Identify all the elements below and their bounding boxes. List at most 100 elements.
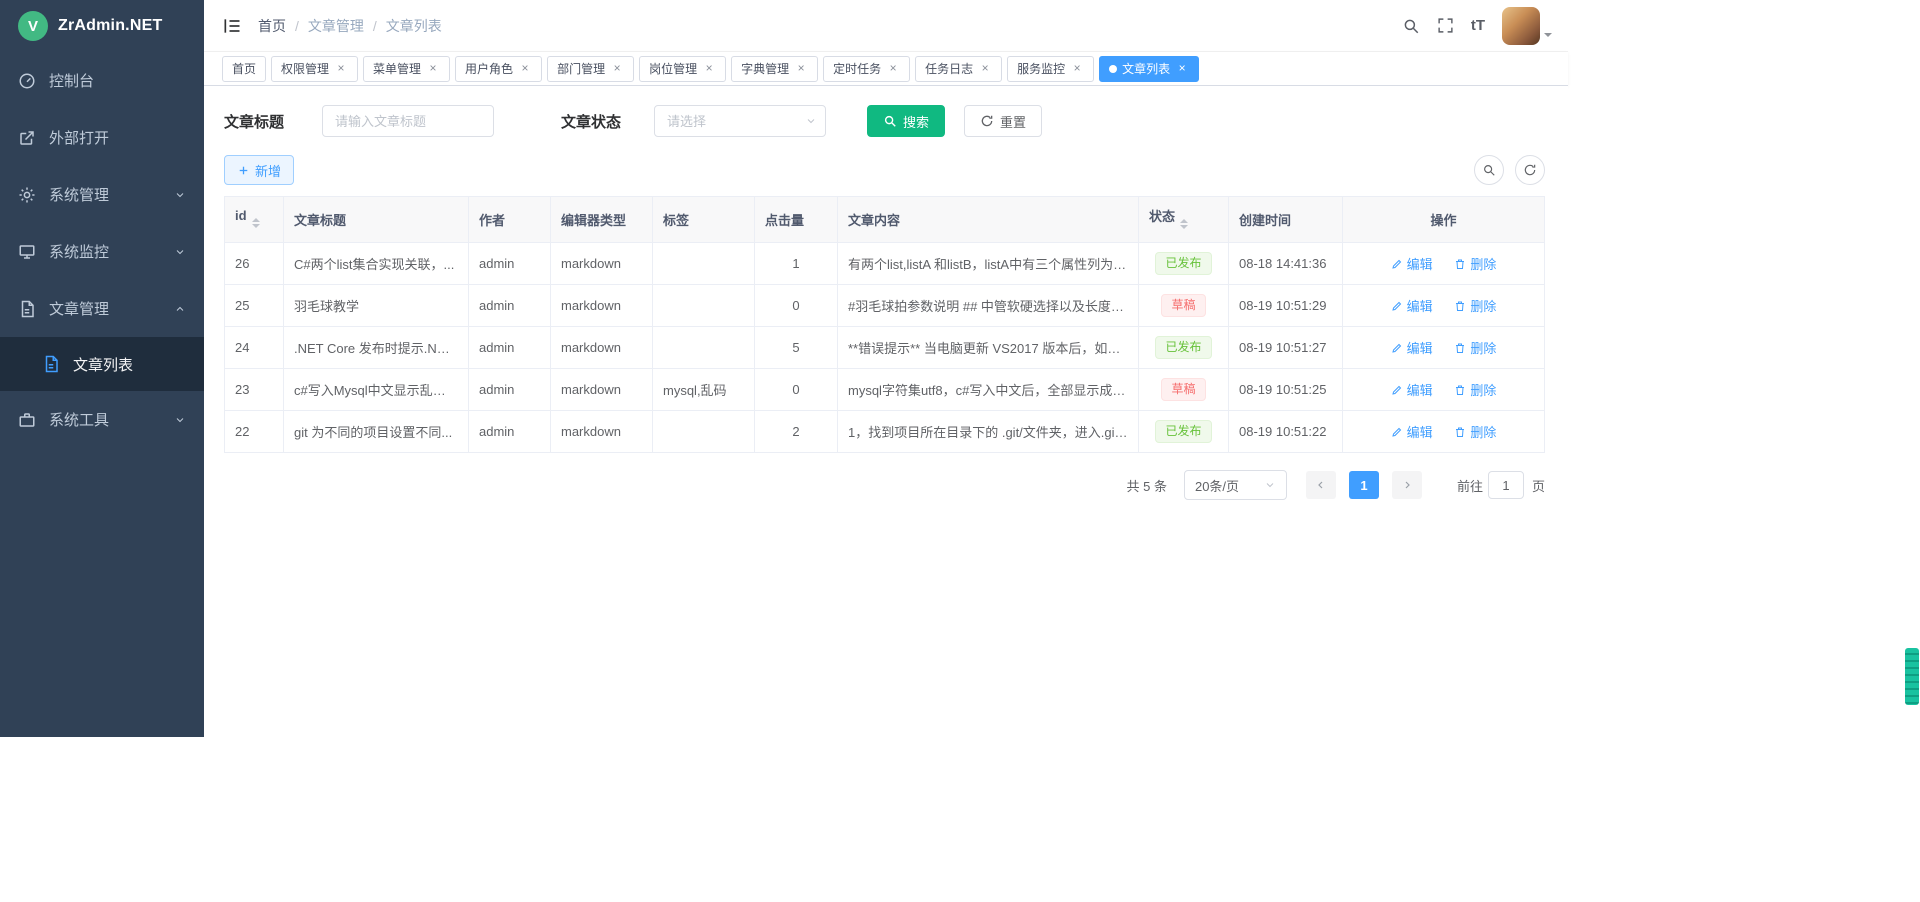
- article-title-label: 文章标题: [224, 111, 284, 132]
- tab-post-mgmt[interactable]: 岗位管理 ×: [639, 56, 726, 82]
- delete-link[interactable]: 删除: [1454, 338, 1496, 357]
- reset-button[interactable]: 重置: [964, 105, 1042, 137]
- status-badge: 草稿: [1161, 294, 1205, 318]
- tab-label: 服务监控: [1017, 60, 1065, 77]
- pagination-total: 共 5 条: [1127, 476, 1167, 495]
- col-actions: 操作: [1343, 197, 1545, 243]
- close-icon[interactable]: ×: [978, 62, 992, 76]
- article-status-select[interactable]: [654, 105, 826, 137]
- tab-label: 任务日志: [925, 60, 973, 77]
- sidebar-item-dashboard[interactable]: 控制台: [0, 52, 204, 109]
- goto-suffix: 页: [1532, 476, 1545, 495]
- sidebar-item-article-list[interactable]: 文章列表: [0, 337, 204, 391]
- delete-link[interactable]: 删除: [1454, 422, 1496, 441]
- page-size-select[interactable]: 20条/页: [1184, 470, 1287, 500]
- article-table: id 文章标题 作者 编辑器类型 标签 点击量 文章内容 状态 创建时间 操作: [224, 196, 1545, 453]
- filter-bar: 文章标题 文章状态 搜索 重置: [224, 105, 1545, 137]
- fullscreen-icon[interactable]: [1437, 17, 1454, 34]
- delete-link[interactable]: 删除: [1454, 296, 1496, 315]
- close-icon[interactable]: ×: [1175, 62, 1189, 76]
- tab-label: 定时任务: [833, 60, 881, 77]
- table-row: 26 C#两个list集合实现关联，... admin markdown 1 有…: [225, 243, 1545, 285]
- tab-label: 部门管理: [557, 60, 605, 77]
- document-icon: [18, 300, 36, 318]
- cell-tags: mysql,乱码: [653, 369, 755, 411]
- document-icon: [42, 355, 60, 373]
- sidebar-item-label: 系统工具: [49, 409, 109, 430]
- breadcrumb-home[interactable]: 首页: [258, 16, 286, 36]
- next-page-button[interactable]: [1392, 471, 1422, 499]
- breadcrumb-article-mgmt[interactable]: 文章管理: [308, 16, 364, 36]
- cell-created: 08-19 10:51:27: [1229, 327, 1343, 369]
- page-number-current[interactable]: 1: [1349, 471, 1379, 499]
- toolbar-right: [1474, 155, 1545, 185]
- article-status-select-input[interactable]: [654, 105, 826, 137]
- tab-scheduled-task[interactable]: 定时任务 ×: [823, 56, 910, 82]
- sidebar-item-system-mgmt[interactable]: 系统管理: [0, 166, 204, 223]
- close-icon[interactable]: ×: [702, 62, 716, 76]
- tab-service-monitor[interactable]: 服务监控 ×: [1007, 56, 1094, 82]
- close-icon[interactable]: ×: [518, 62, 532, 76]
- col-editor-type: 编辑器类型: [551, 197, 653, 243]
- close-icon[interactable]: ×: [1070, 62, 1084, 76]
- scroll-handle[interactable]: [1905, 648, 1919, 705]
- edit-link[interactable]: 编辑: [1391, 338, 1433, 357]
- sidebar-item-external-open[interactable]: 外部打开: [0, 109, 204, 166]
- delete-link[interactable]: 删除: [1454, 380, 1496, 399]
- tab-permission-mgmt[interactable]: 权限管理 ×: [271, 56, 358, 82]
- cell-editor: markdown: [551, 327, 653, 369]
- goto-page-input[interactable]: [1488, 471, 1524, 499]
- search-button-label: 搜索: [903, 112, 929, 131]
- tab-dict-mgmt[interactable]: 字典管理 ×: [731, 56, 818, 82]
- tab-label: 文章列表: [1122, 60, 1170, 77]
- caret-down-icon: [1544, 33, 1552, 41]
- close-icon[interactable]: ×: [794, 62, 808, 76]
- tab-article-list[interactable]: 文章列表 ×: [1099, 56, 1199, 82]
- cell-title: c#写入Mysql中文显示乱码 ...: [284, 369, 469, 411]
- search-button[interactable]: 搜索: [867, 105, 945, 137]
- delete-link[interactable]: 删除: [1454, 254, 1496, 273]
- refresh-button[interactable]: [1515, 155, 1545, 185]
- sidebar-item-label: 外部打开: [49, 127, 109, 148]
- cell-title: 羽毛球教学: [284, 285, 469, 327]
- cell-author: admin: [469, 327, 551, 369]
- font-size-icon[interactable]: tT: [1471, 17, 1485, 34]
- sidebar-item-system-tools[interactable]: 系统工具: [0, 391, 204, 448]
- close-icon[interactable]: ×: [886, 62, 900, 76]
- article-title-input[interactable]: [322, 105, 494, 137]
- close-icon[interactable]: ×: [610, 62, 624, 76]
- sort-icon[interactable]: [252, 214, 260, 232]
- edit-link[interactable]: 编辑: [1391, 254, 1433, 273]
- col-clicks: 点击量: [755, 197, 838, 243]
- toggle-search-button[interactable]: [1474, 155, 1504, 185]
- tab-user-role[interactable]: 用户角色 ×: [455, 56, 542, 82]
- user-menu[interactable]: [1502, 7, 1552, 45]
- close-icon[interactable]: ×: [426, 62, 440, 76]
- tab-task-log[interactable]: 任务日志 ×: [915, 56, 1002, 82]
- edit-link[interactable]: 编辑: [1391, 380, 1433, 399]
- sidebar-item-label: 系统监控: [49, 241, 109, 262]
- pagination: 共 5 条 20条/页 1 前往 页: [224, 470, 1545, 500]
- sidebar-item-article-mgmt[interactable]: 文章管理: [0, 280, 204, 337]
- table-row: 25 羽毛球教学 admin markdown 0 #羽毛球拍参数说明 ## 中…: [225, 285, 1545, 327]
- tab-label: 首页: [232, 60, 256, 77]
- breadcrumb-article-list[interactable]: 文章列表: [386, 16, 442, 36]
- app-logo[interactable]: V ZrAdmin.NET: [0, 0, 204, 52]
- add-button[interactable]: 新增: [224, 155, 294, 185]
- edit-link[interactable]: 编辑: [1391, 296, 1433, 315]
- search-icon[interactable]: [1402, 17, 1420, 35]
- close-icon[interactable]: ×: [334, 62, 348, 76]
- breadcrumb-separator: /: [295, 18, 299, 34]
- prev-page-button[interactable]: [1306, 471, 1336, 499]
- sort-icon[interactable]: [1180, 215, 1188, 233]
- sidebar-item-system-monitor[interactable]: 系统监控: [0, 223, 204, 280]
- sidebar-fold-icon[interactable]: [222, 16, 242, 36]
- col-status[interactable]: 状态: [1139, 197, 1229, 243]
- tab-dept-mgmt[interactable]: 部门管理 ×: [547, 56, 634, 82]
- edit-link[interactable]: 编辑: [1391, 422, 1433, 441]
- tab-home[interactable]: 首页: [222, 56, 266, 82]
- avatar[interactable]: [1502, 7, 1540, 45]
- chevron-down-icon: [174, 246, 186, 258]
- tab-menu-mgmt[interactable]: 菜单管理 ×: [363, 56, 450, 82]
- col-id[interactable]: id: [225, 197, 284, 243]
